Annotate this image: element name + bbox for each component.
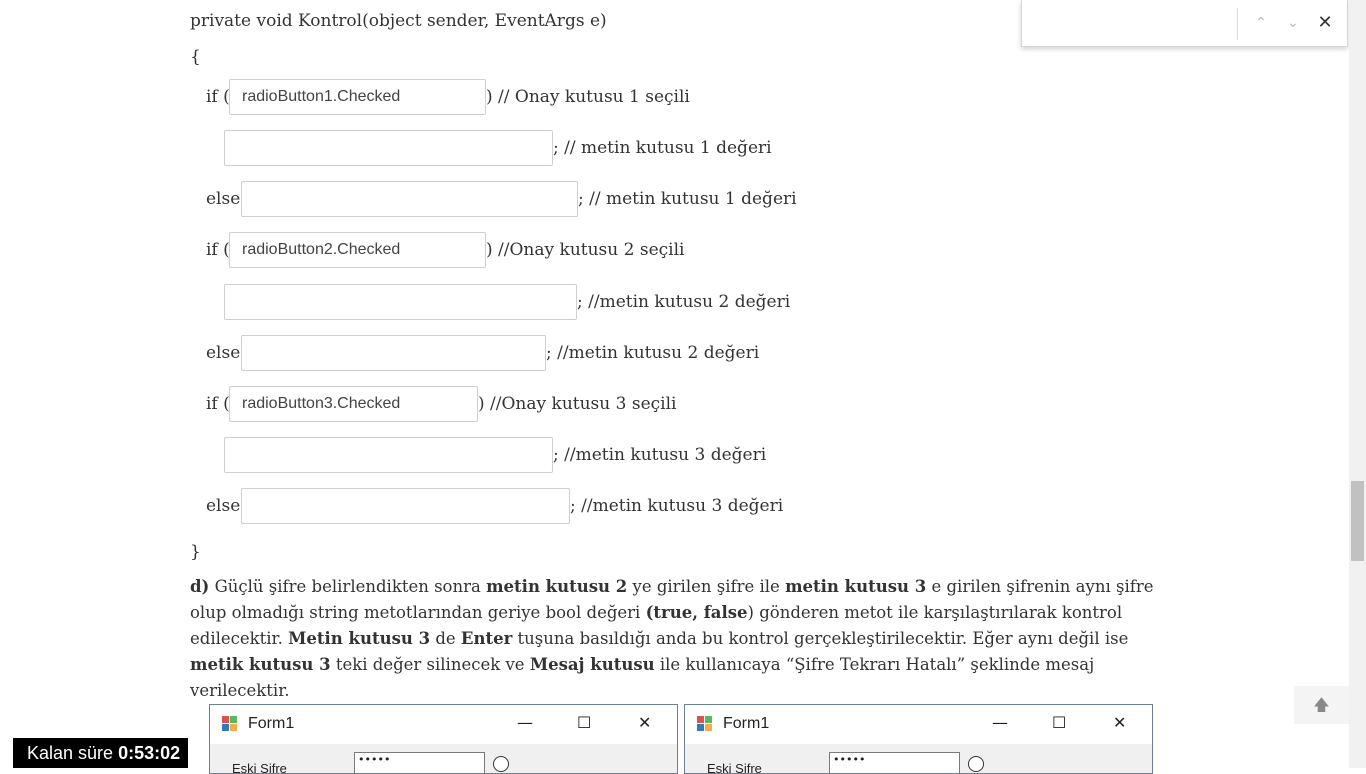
find-separator [1237,8,1238,40]
answer-input-1[interactable] [229,79,486,115]
form-titlebar: Form1 — ☐ ✕ [210,705,677,744]
minimize-icon[interactable]: — [992,713,1008,732]
close-brace: } [190,542,201,562]
form-app-icon [697,716,713,732]
form-app-icon [222,716,238,732]
radio-button[interactable] [493,756,509,772]
back-to-top-button[interactable]: 🡅 [1294,686,1349,724]
code-comment-1: ) // Onay kutusu 1 seçili [486,87,690,107]
else-keyword: else [206,343,241,363]
answer-input-7[interactable] [229,386,478,422]
code-signature: private void Kontrol(object sender, Even… [190,11,607,31]
code-comment-7: ) //Onay kutusu 3 seçili [478,394,677,414]
chevron-down-icon[interactable]: ⌄ [1282,12,1304,34]
maximize-icon[interactable]: ☐ [1052,713,1066,732]
form-window-right: Form1 — ☐ ✕ Eski Şifre ••••• [684,704,1153,774]
form-title: Form1 [723,715,770,732]
if-keyword: if ( [206,394,230,414]
timer-label: Kalan süre [27,743,114,763]
code-comment-6: ; //metin kutusu 2 değeri [546,343,760,363]
form-title: Form1 [248,715,295,732]
find-bar: ⌃ ⌄ ✕ [1021,0,1348,47]
code-comment-5: ; //metin kutusu 2 değeri [577,292,791,312]
remaining-time-badge: Kalan süre 0:53:02 [13,738,188,768]
answer-input-4[interactable] [229,232,486,268]
question-paragraph: d) Güçlü şifre belirlendikten sonra meti… [190,577,1154,700]
find-input[interactable] [1032,10,1234,38]
password-field[interactable]: ••••• [829,752,960,773]
maximize-icon[interactable]: ☐ [577,713,591,732]
form-window-left: Form1 — ☐ ✕ Eski Şifre ••••• [209,704,678,774]
password-field[interactable]: ••••• [354,752,485,773]
code-comment-9: ; //metin kutusu 3 değeri [570,496,784,516]
code-comment-3: ; // metin kutusu 1 değeri [578,189,797,209]
code-comment-2: ; // metin kutusu 1 değeri [553,138,772,158]
answer-input-9[interactable] [241,488,570,524]
form-titlebar: Form1 — ☐ ✕ [685,705,1152,744]
chevron-up-icon[interactable]: ⌃ [1250,12,1272,34]
if-keyword: if ( [206,87,230,107]
question-label: d) [190,577,210,596]
radio-button[interactable] [968,756,984,772]
code-comment-4: ) //Onay kutusu 2 seçili [486,240,685,260]
scrollbar-thumb[interactable] [1351,481,1364,561]
close-icon[interactable]: ✕ [638,713,651,732]
timer-value: 0:53:02 [118,743,181,763]
arrow-up-icon: 🡅 [1313,695,1330,714]
answer-input-6[interactable] [241,335,546,371]
answer-input-3[interactable] [241,181,578,217]
answer-input-8[interactable] [224,437,553,473]
scrollbar-track[interactable] [1349,0,1366,768]
if-keyword: if ( [206,240,230,260]
open-brace: { [190,47,201,67]
answer-input-5[interactable] [224,284,577,320]
answer-input-2[interactable] [224,130,553,166]
close-icon[interactable]: ✕ [1314,12,1336,34]
code-comment-8: ; //metin kutusu 3 değeri [553,445,767,465]
close-icon[interactable]: ✕ [1113,713,1126,732]
else-keyword: else [206,496,241,516]
minimize-icon[interactable]: — [517,713,533,732]
else-keyword: else [206,189,241,209]
